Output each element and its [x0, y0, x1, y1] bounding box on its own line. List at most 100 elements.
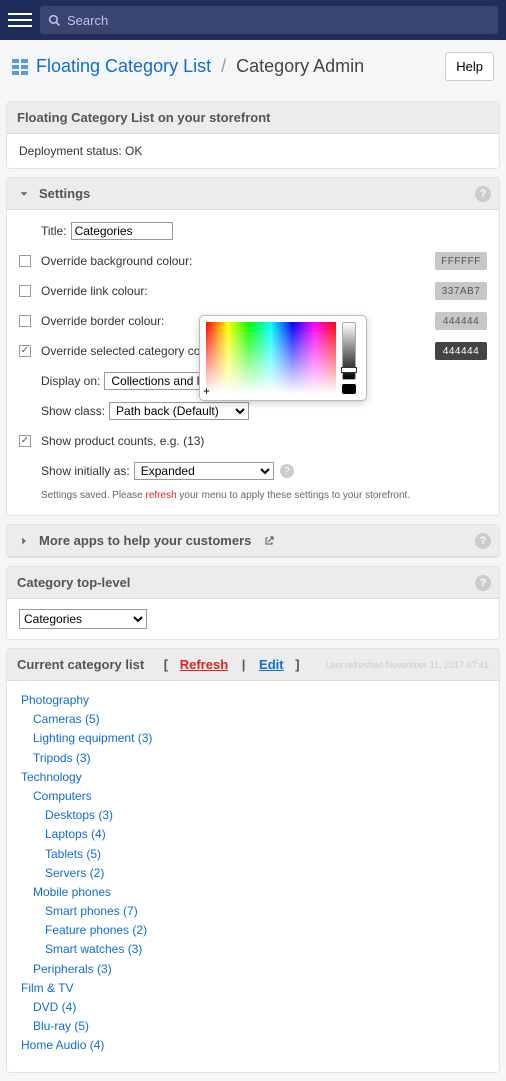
category-link[interactable]: Mobile phones — [33, 885, 111, 899]
category-tree-item: Smart watches (3) — [21, 940, 485, 959]
color-picker-popup: + — [199, 315, 367, 401]
app-icon — [12, 59, 28, 75]
breadcrumb: Floating Category List / Category Admin — [12, 56, 364, 77]
last-refreshed-label: Last refreshed November 11, 2017 07:41 — [326, 660, 489, 670]
override-link-color-swatch[interactable]: 337AB7 — [435, 282, 487, 300]
show-initially-select[interactable]: Expanded — [134, 462, 274, 480]
search-box[interactable] — [40, 6, 498, 34]
help-icon[interactable]: ? — [475, 575, 491, 591]
more-apps-panel-header[interactable]: More apps to help your customers ? — [7, 525, 499, 557]
help-icon[interactable]: ? — [475, 186, 491, 202]
category-tree-item: Feature phones (2) — [21, 921, 485, 940]
color-picker-cursor-icon: + — [203, 385, 210, 397]
color-picker-spectrum[interactable]: + — [206, 322, 336, 394]
category-link[interactable]: Desktops (3) — [45, 808, 113, 822]
breadcrumb-separator: / — [221, 56, 226, 77]
settings-panel-header[interactable]: Settings ? — [7, 178, 499, 210]
deployment-status: Deployment status: OK — [19, 144, 142, 158]
show-initially-label: Show initially as: — [41, 464, 130, 478]
override-bg-color-swatch[interactable]: FFFFFF — [435, 252, 487, 270]
category-link[interactable]: Computers — [33, 789, 92, 803]
display-on-label: Display on: — [41, 374, 100, 388]
override-border-color-swatch[interactable]: 444444 — [435, 312, 487, 330]
toplevel-title: Category top-level — [17, 575, 130, 590]
category-link[interactable]: Home Audio (4) — [21, 1038, 104, 1052]
settings-saved-message: Settings saved. Please refresh your menu… — [41, 490, 487, 501]
show-counts-checkbox[interactable] — [19, 435, 31, 447]
category-tree-item: Peripherals (3) — [21, 960, 485, 979]
category-tree-item: Lighting equipment (3) — [21, 729, 485, 748]
show-class-select[interactable]: Path back (Default) — [109, 402, 249, 420]
category-tree-item: Desktops (3) — [21, 806, 485, 825]
override-border-checkbox[interactable] — [19, 315, 31, 327]
toplevel-select[interactable]: Categories — [19, 609, 147, 629]
category-link[interactable]: Servers (2) — [45, 866, 104, 880]
category-tree-item: Cameras (5) — [21, 710, 485, 729]
help-icon[interactable]: ? — [475, 533, 491, 549]
override-link-checkbox[interactable] — [19, 285, 31, 297]
edit-link[interactable]: Edit — [259, 657, 284, 672]
category-link[interactable]: Technology — [21, 770, 82, 784]
category-tree-item: Tablets (5) — [21, 845, 485, 864]
category-tree-item: Home Audio (4) — [21, 1036, 485, 1055]
category-tree-item: Laptops (4) — [21, 825, 485, 844]
help-button[interactable]: Help — [445, 52, 494, 81]
category-link[interactable]: Blu-ray (5) — [33, 1019, 89, 1033]
category-tree-item: Tripods (3) — [21, 749, 485, 768]
override-selected-color-swatch[interactable]: 444444 — [435, 342, 487, 360]
lightness-black-swatch[interactable] — [342, 384, 356, 394]
help-icon[interactable]: ? — [280, 464, 294, 478]
category-list-panel-header: Current category list [ Refresh | Edit ]… — [7, 649, 499, 681]
more-apps-title: More apps to help your customers — [39, 533, 251, 548]
category-tree: Photography Cameras (5) Lighting equipment… — [7, 681, 499, 1072]
title-row: Title: — [19, 220, 487, 242]
category-tree-item: Technology — [21, 768, 485, 787]
category-tree-item: Computers — [21, 787, 485, 806]
override-bg-row: Override background colour: FFFFFF — [19, 250, 487, 272]
category-link[interactable]: Smart watches (3) — [45, 942, 142, 956]
category-list-panel: Current category list [ Refresh | Edit ]… — [6, 648, 500, 1073]
category-link[interactable]: Photography — [21, 693, 89, 707]
category-tree-item: Film & TV — [21, 979, 485, 998]
hamburger-menu-button[interactable] — [8, 8, 32, 32]
settings-panel-title: Settings — [39, 186, 90, 201]
category-link[interactable]: Film & TV — [21, 981, 73, 995]
toplevel-panel-body: Categories — [7, 599, 499, 639]
title-label: Title: — [41, 224, 67, 238]
refresh-link[interactable]: refresh — [146, 490, 177, 501]
category-link[interactable]: Tablets (5) — [45, 847, 101, 861]
category-link[interactable]: Laptops (4) — [45, 827, 106, 841]
settings-panel-body: Title: Override background colour: FFFFF… — [7, 210, 499, 515]
storefront-panel-header: Floating Category List on your storefron… — [7, 102, 499, 134]
refresh-link[interactable]: Refresh — [180, 657, 228, 672]
show-initially-row: Show initially as: Expanded ? — [19, 460, 487, 482]
lightness-gradient[interactable] — [342, 322, 356, 380]
category-tree-item: Photography — [21, 691, 485, 710]
top-bar — [0, 0, 506, 40]
search-icon — [48, 14, 61, 27]
override-bg-label: Override background colour: — [41, 254, 192, 268]
storefront-panel: Floating Category List on your storefron… — [6, 101, 500, 169]
category-tree-item: DVD (4) — [21, 998, 485, 1017]
storefront-panel-body: Deployment status: OK — [7, 134, 499, 168]
category-link[interactable]: Peripherals (3) — [33, 962, 112, 976]
category-link[interactable]: Smart phones (7) — [45, 904, 138, 918]
category-tree-item: Mobile phones — [21, 883, 485, 902]
show-class-label: Show class: — [41, 404, 105, 418]
category-link[interactable]: Feature phones (2) — [45, 923, 147, 937]
breadcrumb-app-link[interactable]: Floating Category List — [36, 56, 211, 77]
show-counts-label: Show product counts, e.g. (13) — [41, 434, 204, 448]
toplevel-panel-header: Category top-level ? — [7, 567, 499, 599]
category-link[interactable]: DVD (4) — [33, 1000, 76, 1014]
search-input[interactable] — [67, 13, 490, 28]
override-bg-checkbox[interactable] — [19, 255, 31, 267]
category-link[interactable]: Lighting equipment (3) — [33, 731, 152, 745]
lightness-slider-handle[interactable] — [341, 367, 357, 373]
category-link[interactable]: Cameras (5) — [33, 712, 100, 726]
show-counts-row: Show product counts, e.g. (13) — [19, 430, 487, 452]
category-link[interactable]: Tripods (3) — [33, 751, 91, 765]
override-link-row: Override link colour: 337AB7 — [19, 280, 487, 302]
override-selected-checkbox[interactable] — [19, 345, 31, 357]
title-input[interactable] — [71, 222, 173, 240]
color-picker-lightness-bar[interactable] — [342, 322, 356, 394]
